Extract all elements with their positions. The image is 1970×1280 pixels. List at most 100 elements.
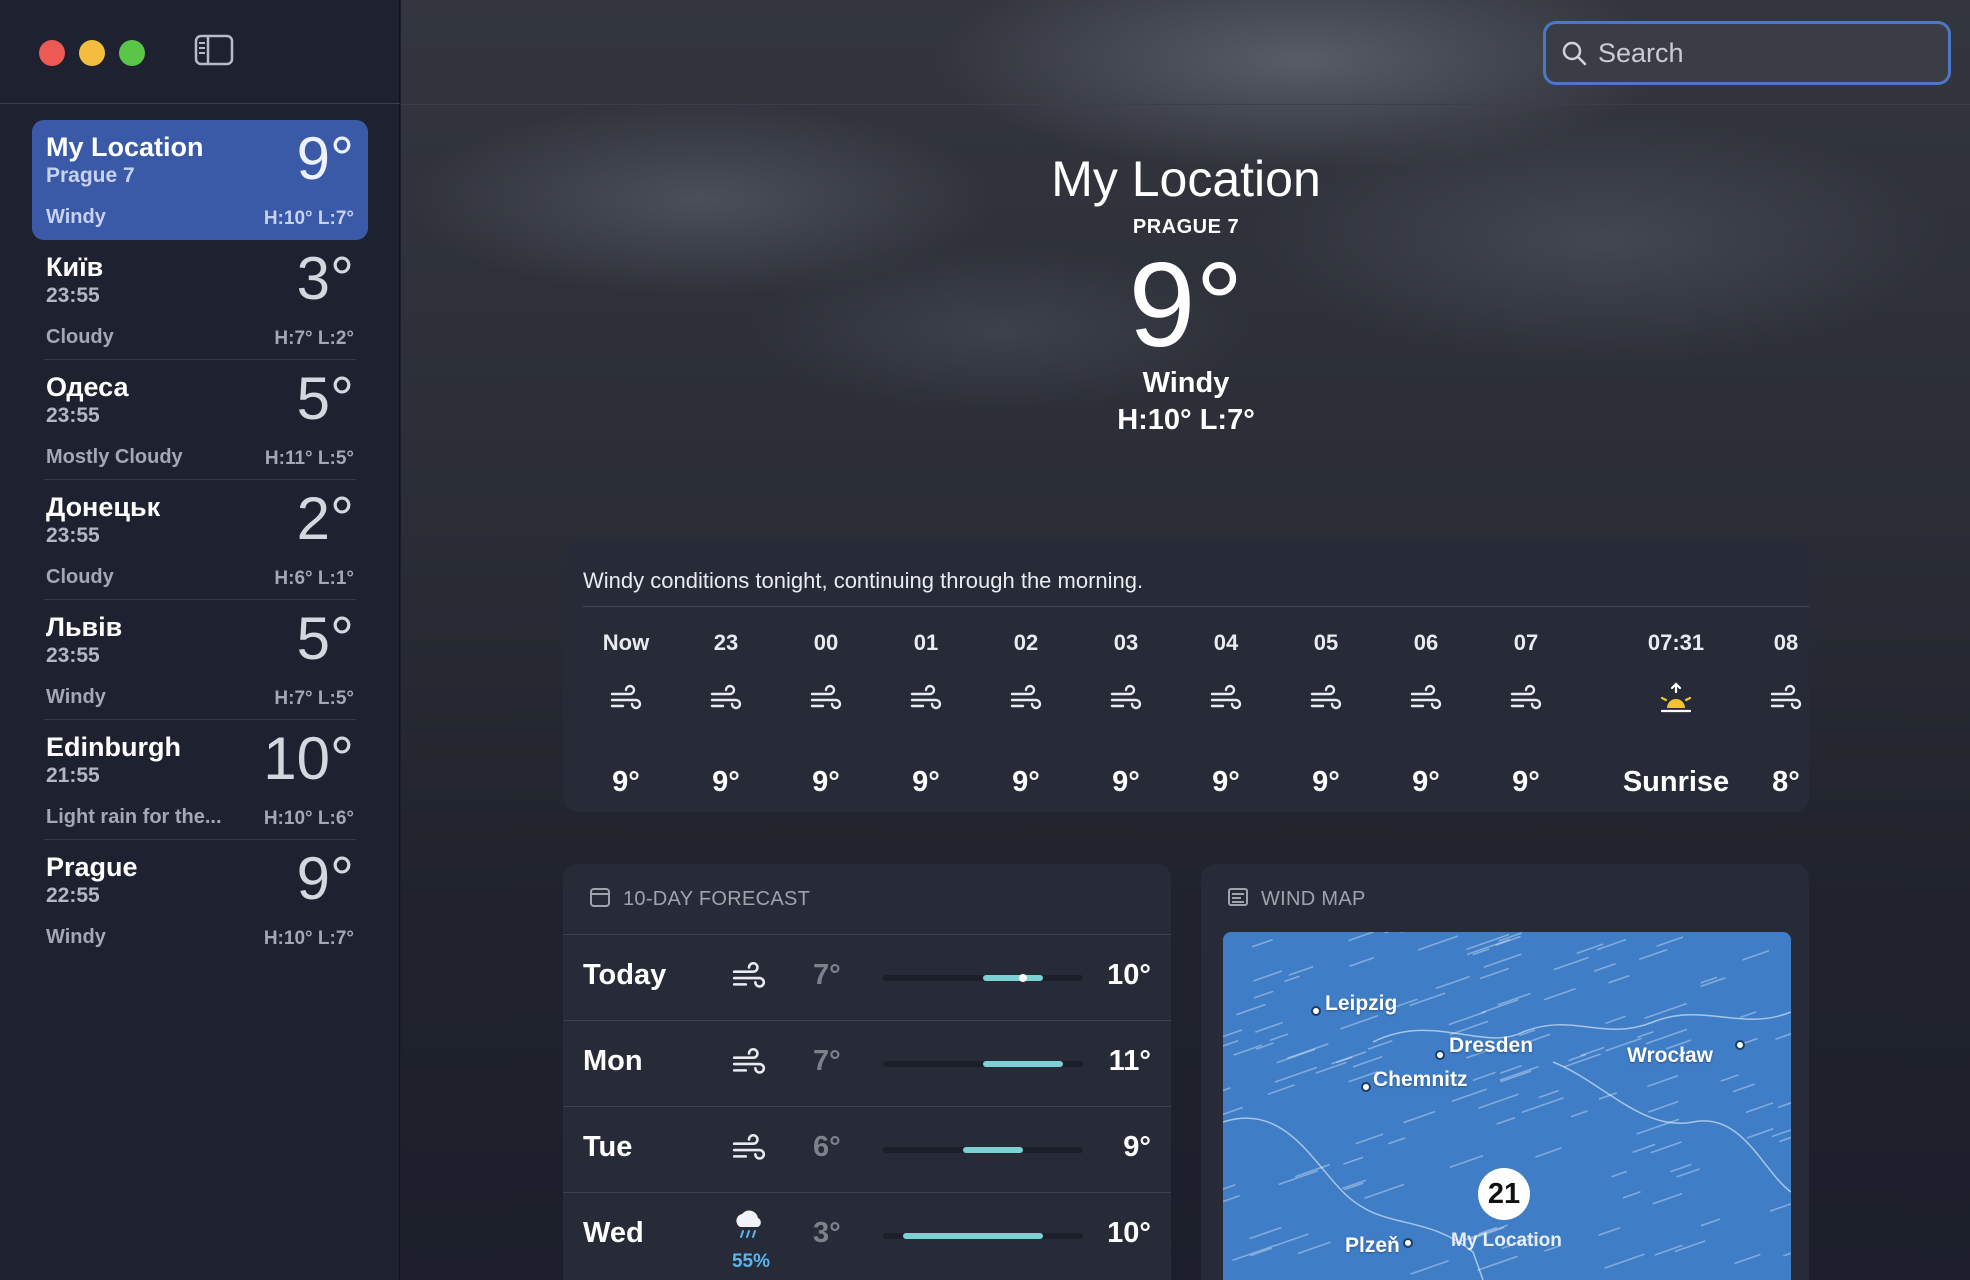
city-subtitle: 23:55	[46, 644, 100, 667]
forecast-low: 3°	[813, 1217, 841, 1249]
forecast-day: Wed	[583, 1217, 644, 1249]
main-panel: My Location PRAGUE 7 9° Windy H:10° L:7°…	[401, 0, 1970, 1280]
map-icon	[1227, 886, 1249, 913]
wind-map-card: WIND MAP Leipzig Dresden Wrocław Chemnit…	[1201, 864, 1809, 1280]
city-subtitle: 22:55	[46, 884, 100, 907]
forecast-row[interactable]: Tue 6° 9°	[563, 1106, 1171, 1192]
hour-temperature: 9°	[612, 766, 640, 798]
minimize-window-button[interactable]	[79, 40, 105, 66]
forecast-high: 9°	[1123, 1131, 1151, 1163]
hour-temperature: 8°	[1772, 766, 1800, 798]
wind-icon	[781, 682, 871, 716]
hour-item: 06 9°	[1381, 630, 1471, 800]
city-item-lviv[interactable]: Львів 23:55 5° Windy H:7° L:5°	[32, 600, 368, 720]
current-temperature: 9°	[1128, 238, 1244, 372]
city-item-donetsk[interactable]: Донецьк 23:55 2° Cloudy H:6° L:1°	[32, 480, 368, 600]
ten-day-forecast-card: 10-DAY FORECAST Today 7° 10° Mon 7° 11° Tue 6° 9…	[563, 864, 1171, 1280]
map-label-plzen: Plzeň	[1345, 1234, 1400, 1257]
search-icon	[1560, 39, 1588, 67]
city-high-low: H:7° L:2°	[274, 328, 354, 349]
hour-temperature: 9°	[1212, 766, 1240, 798]
city-temperature: 5°	[296, 365, 354, 432]
current-high-low: H:10° L:7°	[1117, 404, 1255, 436]
city-name: Prague	[46, 852, 138, 882]
city-item-edinburgh[interactable]: Edinburgh 21:55 10° Light rain for the..…	[32, 720, 368, 840]
hour-label: 03	[1113, 630, 1139, 655]
wind-icon	[981, 682, 1071, 716]
hour-label: 01	[913, 630, 939, 655]
city-item-prague[interactable]: Prague 22:55 9° Windy H:10° L:7°	[32, 840, 368, 960]
my-location-badge[interactable]: 21	[1478, 1168, 1530, 1220]
hour-label: Now	[602, 630, 650, 655]
wind-map[interactable]: Leipzig Dresden Wrocław Chemnitz Plzeň 2…	[1223, 932, 1791, 1280]
hour-label: 00	[813, 630, 839, 655]
map-label-dresden: Dresden	[1449, 1034, 1534, 1057]
temperature-range-fill	[983, 975, 1043, 981]
hour-temperature: Sunrise	[1622, 766, 1730, 798]
hourly-list[interactable]: Now 9° 23 9° 00 9° 01 9° 02 9° 03 9° 04 9° 05 9° 06 9° 07 9…	[581, 630, 1821, 800]
titlebar	[0, 0, 400, 104]
city-temperature: 5°	[296, 605, 354, 672]
map-label-leipzig: Leipzig	[1325, 992, 1398, 1015]
hour-label: 08	[1773, 630, 1799, 655]
forecast-day: Mon	[583, 1045, 643, 1077]
hour-item: Now 9°	[581, 630, 671, 800]
city-high-low: H:7° L:5°	[274, 688, 354, 709]
forecast-row[interactable]: Today 7° 10°	[563, 934, 1171, 1020]
hour-item: 08 8°	[1741, 630, 1831, 800]
forecast-row[interactable]: Mon 7° 11°	[563, 1020, 1171, 1106]
forecast-row[interactable]: Wed 55% 3° 10°	[563, 1192, 1171, 1278]
map-label-chemnitz: Chemnitz	[1373, 1068, 1468, 1091]
city-name: Львів	[46, 612, 123, 642]
forecast-low: 7°	[813, 1045, 841, 1077]
hour-item: 23 9°	[681, 630, 771, 800]
city-item-kyiv[interactable]: Київ 23:55 3° Cloudy H:7° L:2°	[32, 240, 368, 360]
forecast-high: 11°	[1108, 1045, 1151, 1077]
location-title: My Location	[1051, 151, 1321, 207]
search-field[interactable]	[1546, 24, 1948, 82]
card-header: WIND MAP	[1227, 884, 1366, 914]
city-high-low: H:11° L:5°	[264, 448, 354, 469]
current-temp-dot	[1019, 974, 1027, 982]
city-name: Київ	[46, 252, 104, 282]
sidebar: My Location Prague 7 9° Windy H:10° L:7°…	[0, 0, 400, 1280]
city-condition: Cloudy	[46, 566, 114, 588]
hour-item: 05 9°	[1281, 630, 1371, 800]
city-subtitle: Prague 7	[46, 164, 135, 187]
hour-item: 07 9°	[1481, 630, 1571, 800]
hour-label: 05	[1313, 630, 1339, 655]
city-high-low: H:6° L:1°	[274, 568, 354, 589]
wind-icon	[1181, 682, 1271, 716]
temperature-range-bar	[883, 1233, 1083, 1239]
temperature-range-bar	[883, 974, 1083, 982]
city-high-low: H:10° L:7°	[263, 928, 354, 949]
city-item-odesa[interactable]: Одеса 23:55 5° Mostly Cloudy H:11° L:5°	[32, 360, 368, 480]
sidebar-toggle-icon[interactable]	[194, 33, 234, 67]
city-name: Донецьк	[46, 492, 161, 522]
current-condition: Windy	[1142, 367, 1230, 399]
hour-item: 03 9°	[1081, 630, 1171, 800]
card-title: 10-DAY FORECAST	[623, 887, 811, 910]
city-condition: Windy	[46, 686, 106, 708]
hour-item: 02 9°	[981, 630, 1071, 800]
temperature-range-bar	[883, 1061, 1083, 1067]
hour-item: 00 9°	[781, 630, 871, 800]
city-condition: Windy	[46, 926, 106, 948]
zoom-window-button[interactable]	[119, 40, 145, 66]
rain-cloud-icon	[731, 1207, 767, 1243]
city-item-my-location[interactable]: My Location Prague 7 9° Windy H:10° L:7°	[32, 120, 368, 240]
search-input[interactable]	[1598, 32, 1928, 74]
forecast-low: 7°	[813, 959, 841, 991]
city-temperature: 9°	[296, 125, 354, 192]
hour-label: 06	[1413, 630, 1439, 655]
forecast-low: 6°	[813, 1131, 841, 1163]
toolbar-divider	[401, 104, 1970, 105]
my-location-label: My Location	[1451, 1230, 1562, 1251]
city-temperature: 10°	[263, 725, 354, 792]
hour-temperature: 9°	[912, 766, 940, 798]
hour-temperature: 9°	[712, 766, 740, 798]
city-subtitle: 23:55	[46, 284, 100, 307]
close-window-button[interactable]	[39, 40, 65, 66]
city-name: Edinburgh	[46, 732, 181, 762]
sunrise-icon	[1611, 682, 1741, 716]
